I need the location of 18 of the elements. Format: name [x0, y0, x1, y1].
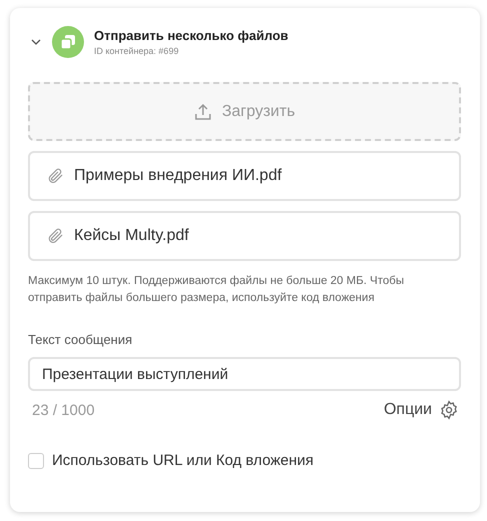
checkbox[interactable]: [28, 452, 44, 468]
file-item[interactable]: Примеры внедрения ИИ.pdf: [28, 151, 461, 201]
settings-icon: [439, 400, 459, 420]
paperclip-icon: [46, 227, 64, 245]
file-item[interactable]: Кейсы Multy.pdf: [28, 211, 461, 261]
hint-text: Максимум 10 штук. Поддерживаются файлы не больше 20 МБ. Чтобы отправить файлы большего размера, используйте код вложения: [28, 274, 405, 306]
copy-icon: [52, 26, 84, 58]
block-title: Отправить несколько файлов: [94, 28, 288, 43]
file-name: Примеры внедрения ИИ.pdf: [74, 167, 282, 185]
options-button[interactable]: Опции: [384, 400, 459, 420]
paperclip-icon: [46, 167, 64, 185]
upload-icon: [194, 102, 212, 120]
char-counter: 23 / 1000: [32, 402, 95, 418]
file-name: Кейсы Multy.pdf: [74, 227, 189, 245]
container-id: ID контейнера: #699: [94, 46, 180, 56]
message-input[interactable]: Презентации выступлений: [28, 357, 461, 391]
checkbox-label: Использовать URL или Код вложения: [52, 452, 314, 469]
field-label: Текст сообщения: [28, 332, 134, 347]
